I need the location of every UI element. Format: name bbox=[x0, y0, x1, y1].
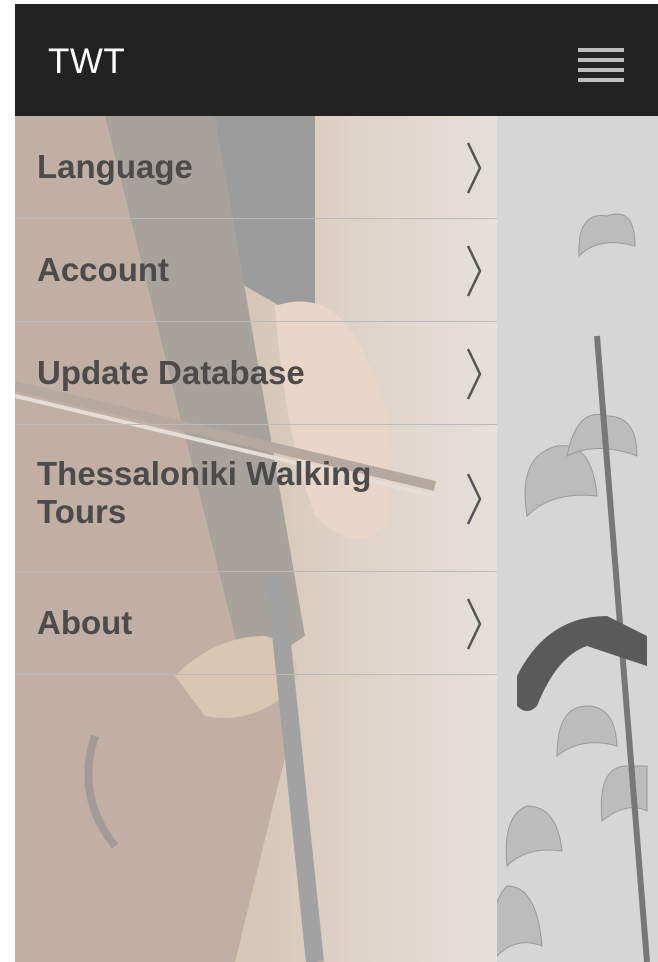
drawer-item-language[interactable]: Language bbox=[15, 116, 497, 219]
drawer-item-label: About bbox=[37, 604, 133, 641]
umbrellas-background-image bbox=[493, 116, 658, 962]
drawer-item-about[interactable]: About bbox=[15, 572, 497, 675]
app-title: TWT bbox=[48, 42, 126, 81]
app-bar: TWT bbox=[15, 4, 658, 116]
drawer-item-update-database[interactable]: Update Database bbox=[15, 322, 497, 425]
drawer-item-label: Thessaloniki Walking Tours bbox=[37, 455, 372, 530]
drawer-item-walking-tours[interactable]: Thessaloniki Walking Tours bbox=[15, 425, 497, 572]
chevron-right-icon bbox=[466, 348, 482, 400]
chevron-right-icon bbox=[466, 598, 482, 650]
chevron-right-icon bbox=[466, 142, 482, 194]
hamburger-menu-icon[interactable] bbox=[578, 48, 624, 82]
chevron-right-icon bbox=[466, 473, 482, 525]
app-screen: TWT Language Account Update Database The… bbox=[15, 4, 658, 962]
drawer-item-label: Language bbox=[37, 148, 193, 185]
navigation-drawer: Language Account Update Database Thessal… bbox=[15, 116, 497, 675]
drawer-item-label: Account bbox=[37, 251, 169, 288]
drawer-item-label: Update Database bbox=[37, 354, 305, 391]
chevron-right-icon bbox=[466, 245, 482, 297]
drawer-item-account[interactable]: Account bbox=[15, 219, 497, 322]
main-content: Language Account Update Database Thessal… bbox=[15, 116, 658, 962]
